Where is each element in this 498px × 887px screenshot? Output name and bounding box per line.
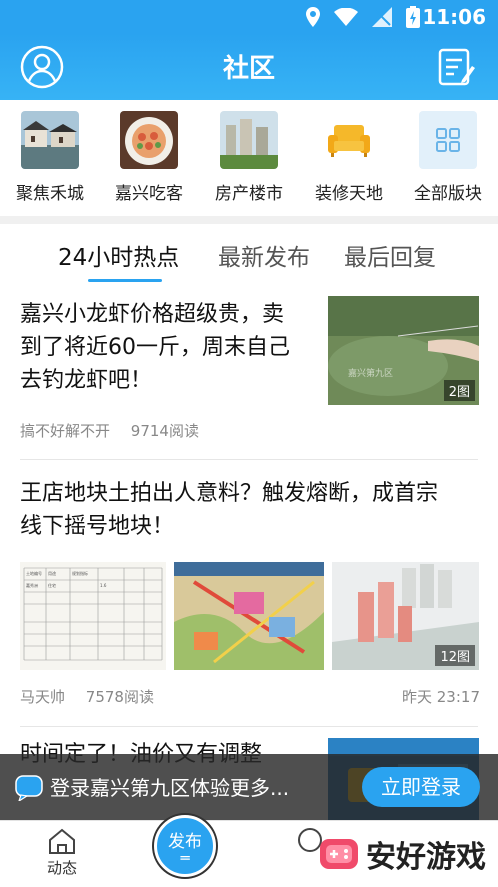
sofa-icon	[320, 111, 378, 169]
title-line: 到了将近60一斤，周末自己	[20, 335, 290, 360]
menu-lines-icon: ═	[180, 849, 190, 867]
post-author: 搞不好解不开	[20, 422, 111, 440]
svg-text:嘉秀洲: 嘉秀洲	[26, 582, 38, 588]
active-tab-indicator	[88, 279, 162, 282]
status-bar: 11:06	[0, 0, 498, 34]
svg-text:嘉兴第九区: 嘉兴第九区	[348, 367, 393, 379]
watermark-logo: 安好游戏	[318, 832, 486, 876]
nav-label: 动态	[46, 859, 77, 877]
page-title: 社区	[222, 54, 275, 84]
wifi-icon	[334, 8, 358, 26]
grid-icon	[419, 111, 477, 169]
board-jiaxing-foodie[interactable]: 嘉兴吃客	[99, 111, 199, 204]
edit-note-icon	[438, 48, 475, 86]
board-label: 装修天地	[315, 184, 383, 204]
svg-text:规划指标: 规划指标	[72, 570, 88, 576]
post-reads: 7578阅读	[85, 688, 154, 706]
post-author: 马天帅	[20, 688, 66, 706]
post-item[interactable]: 王店地块土拍出人意料？触发熔断，成首宗 线下摇号地块！ 土地编号 用途 规划指标 嘉…	[0, 460, 498, 728]
post-item[interactable]: 嘉兴小龙虾价格超级贵，卖 到了将近60一斤，周末自己 去钓龙虾吧！ 嘉兴第九区 …	[0, 284, 498, 460]
board-shortcuts: 聚焦禾城 嘉兴吃客 房产楼市 装修天地 全部版块	[0, 100, 498, 216]
svg-text:土地编号: 土地编号	[26, 570, 42, 576]
board-label: 嘉兴吃客	[115, 184, 183, 204]
section-divider	[0, 216, 498, 224]
divider	[20, 726, 478, 727]
login-prompt-text: 登录嘉兴第九区体验更多...	[50, 776, 290, 800]
status-icons	[306, 6, 420, 28]
tab-24h-hot[interactable]: 24小时热点	[58, 238, 179, 272]
post-image-table[interactable]: 土地编号 用途 规划指标 嘉秀洲 住宅 1.6	[20, 562, 166, 670]
clock: 11:06	[422, 5, 486, 29]
svg-text:用途: 用途	[48, 570, 56, 576]
board-label: 全部版块	[414, 184, 482, 204]
image-count-badge: 12图	[435, 645, 475, 666]
town-photo-icon	[21, 111, 79, 169]
gamepad-logo-icon	[320, 839, 358, 869]
title-line: 王店地块土拍出人意料？触发熔断，成首宗	[20, 481, 439, 506]
building-photo-icon	[220, 111, 278, 169]
tab-latest[interactable]: 最新发布	[218, 238, 310, 272]
svg-text:住宅: 住宅	[48, 582, 56, 588]
watermark-text: 安好游戏	[366, 840, 486, 875]
post-title: 王店地块土拍出人意料？触发熔断，成首宗 线下摇号地块！	[20, 477, 490, 543]
post-meta: 马天帅 7578阅读	[20, 686, 170, 707]
signal-off-icon	[372, 7, 392, 27]
post-image-map[interactable]	[174, 562, 324, 670]
app-header: 社区	[0, 34, 498, 100]
login-now-button[interactable]: 立即登录	[362, 767, 480, 807]
battery-charging-icon	[406, 6, 420, 28]
post-title: 嘉兴小龙虾价格超级贵，卖 到了将近60一斤，周末自己 去钓龙虾吧！	[20, 298, 320, 397]
tab-last-reply[interactable]: 最后回复	[344, 238, 436, 272]
home-icon	[49, 828, 75, 854]
image-count-badge: 2图	[443, 380, 475, 401]
title-line: 线下摇号地块！	[20, 514, 175, 539]
compose-button[interactable]	[438, 46, 476, 88]
chat-bubble-icon	[15, 775, 43, 801]
login-prompt-banner: 登录嘉兴第九区体验更多... 立即登录	[0, 754, 498, 820]
location-icon	[306, 7, 320, 27]
feed-tabs: 24小时热点 最新发布 最后回复	[0, 224, 498, 284]
post-reads: 9714阅读	[130, 422, 199, 440]
board-all-sections[interactable]: 全部版块	[398, 111, 498, 204]
board-label: 聚焦禾城	[16, 184, 84, 204]
food-photo-icon	[120, 111, 178, 169]
publish-button[interactable]: 发布 ═	[154, 815, 216, 877]
svg-text:1.6: 1.6	[100, 583, 107, 588]
post-time: 昨天 23:17	[402, 688, 480, 706]
post-meta: 搞不好解不开 9714阅读	[20, 420, 215, 441]
title-line: 嘉兴小龙虾价格超级贵，卖	[20, 302, 285, 327]
post-thumbnail[interactable]: 嘉兴第九区 2图	[328, 296, 479, 405]
post-image-3d[interactable]: 12图	[332, 562, 479, 670]
board-decoration[interactable]: 装修天地	[299, 111, 399, 204]
board-focus-hecheng[interactable]: 聚焦禾城	[0, 111, 100, 204]
board-real-estate[interactable]: 房产楼市	[199, 111, 299, 204]
board-label: 房产楼市	[215, 184, 283, 204]
title-line: 去钓龙虾吧！	[20, 368, 153, 393]
nav-dynamic[interactable]: 动态	[22, 827, 102, 878]
